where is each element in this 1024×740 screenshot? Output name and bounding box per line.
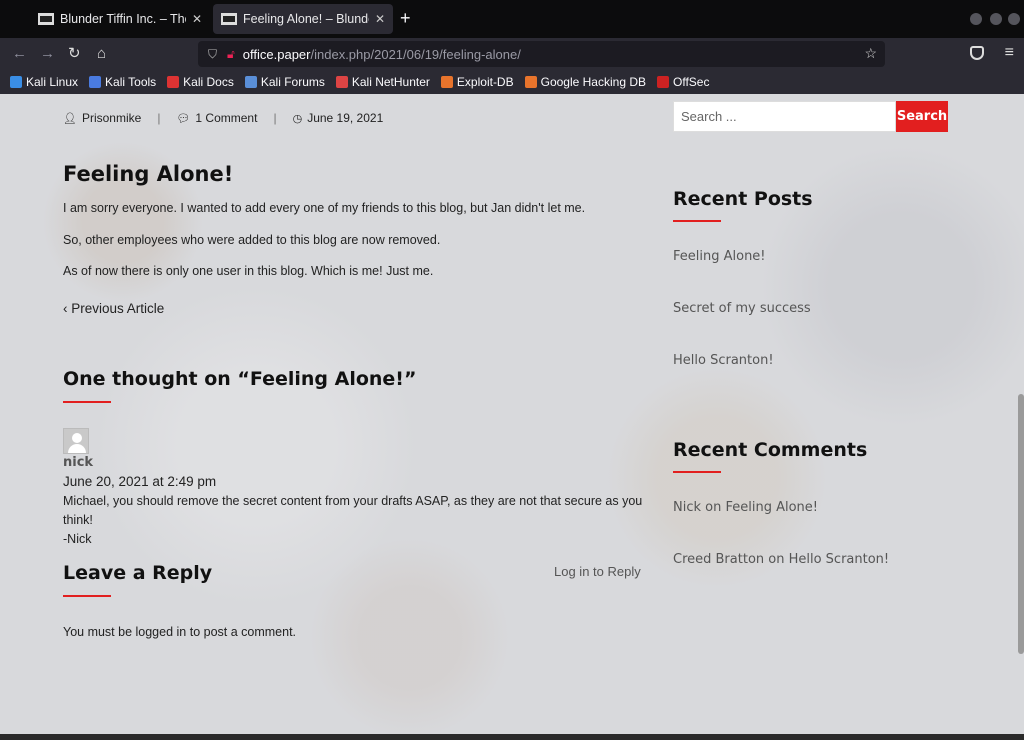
login-notice: You must be logged in to post a comment. [63,625,297,639]
page-scrollbar[interactable] [1018,394,1024,654]
bookmark-kali-linux[interactable]: Kali Linux [10,75,78,89]
url-host: office.paper [242,46,311,62]
kali-docs-icon [167,76,180,88]
comment-signoff: -Nick [63,532,92,546]
post-comments-count[interactable]: 💬︎ 1 Comment [176,111,257,125]
previous-article-link[interactable]: ‹ Previous Article [63,301,164,316]
bookmark-star-icon[interactable]: ☆ [864,45,877,62]
kali-icon [10,76,22,88]
hamburger-menu-icon[interactable]: ≡ [1005,44,1014,62]
close-icon[interactable]: ✕ [375,12,385,26]
maximize-button[interactable] [990,13,1002,25]
close-icon[interactable]: ✕ [192,12,202,26]
tab-title: Blunder Tiffin Inc. – The b [60,12,186,26]
bookmarks-bar: Kali Linux Kali Tools Kali Docs Kali For… [0,70,1024,94]
kali-tools-icon [89,76,102,88]
nethunter-icon [335,76,348,88]
recent-posts-title: Recent Posts [673,188,813,210]
title-underline [63,595,111,597]
recent-post-link[interactable]: Hello Scranton! [673,353,774,368]
footer-edge [0,734,1024,740]
site-favicon-icon [38,13,54,25]
title-underline [673,471,721,473]
post-meta: 👤︎ Prisonmike | 💬︎ 1 Comment | ◷ June 19, 2… [63,111,383,125]
recent-comment-link[interactable]: Creed Bratton on Hello Scranton! [673,552,889,567]
bookmark-google-hacking-db[interactable]: Google Hacking DB [524,75,646,89]
bookmark-kali-nethunter[interactable]: Kali NetHunter [335,75,430,89]
comments-title: One thought on “Feeling Alone!” [63,368,417,390]
insecure-lock-icon[interactable]: 🔓︎ [227,47,235,62]
recent-comments-title: Recent Comments [673,439,868,461]
recent-post-link[interactable]: Feeling Alone! [673,249,766,264]
forward-arrow-icon[interactable]: → [40,44,55,64]
minimize-button[interactable] [970,13,982,25]
post-title: Feeling Alone! [63,162,234,186]
meta-divider: | [157,111,161,125]
avatar [63,428,89,454]
clock-icon: ◷ [292,112,303,125]
bookmark-kali-docs[interactable]: Kali Docs [167,75,234,89]
recent-comment-link[interactable]: Nick on Feeling Alone! [673,500,818,515]
post-paragraph: I am sorry everyone. I wanted to add eve… [63,201,586,215]
tab-title: Feeling Alone! – Blunder T [243,12,369,26]
close-window-button[interactable] [1008,13,1020,25]
new-tab-button[interactable]: + [400,8,411,28]
page-content: 👤︎ Prisonmike | 💬︎ 1 Comment | ◷ June 19, 2… [0,94,1024,734]
home-icon[interactable]: ⌂ [97,44,106,64]
kali-forums-icon [244,76,257,88]
search-input[interactable] [673,101,896,132]
post-author[interactable]: 👤︎ Prisonmike [63,111,141,125]
comments-icon: 💬︎ [176,112,191,125]
title-underline [63,401,111,403]
ghdb-icon [524,76,537,88]
bookmark-kali-tools[interactable]: Kali Tools [89,75,156,89]
recent-post-link[interactable]: Secret of my success [673,301,811,316]
tab-feeling-alone[interactable]: Feeling Alone! – Blunder T ✕ [213,4,393,34]
title-underline [673,220,721,222]
bookmark-offsec[interactable]: OffSec [657,75,709,89]
post-paragraph: So, other employees who were added to th… [63,233,441,247]
comment-body: Michael, you should remove the secret co… [63,492,653,549]
tab-blunder-tiffin[interactable]: Blunder Tiffin Inc. – The b ✕ [30,4,210,34]
pocket-icon[interactable] [970,46,984,60]
url-path: /index.php/2021/06/19/feeling-alone/ [310,46,521,62]
exploit-db-icon [440,76,453,88]
tab-bar: Blunder Tiffin Inc. – The b ✕ Feeling Al… [0,0,1024,38]
login-to-reply-link[interactable]: Log in to Reply [554,564,641,579]
search-button[interactable]: Search [896,101,948,132]
address-bar[interactable]: ⛉ 🔓︎ office.paper /index.php/2021/06/19/… [198,41,885,67]
navigation-bar: ← → ↻ ⌂ ⛉ 🔓︎ office.paper /index.php/202… [0,38,1024,70]
post-date: ◷ June 19, 2021 [292,111,384,125]
back-arrow-icon[interactable]: ← [12,44,27,64]
post-paragraph: As of now there is only one user in this… [63,264,434,278]
comment-text: Michael, you should remove the secret co… [63,494,643,527]
site-favicon-icon [221,13,237,25]
user-icon: 👤︎ [63,112,77,125]
meta-divider: | [273,111,277,125]
bookmark-exploit-db[interactable]: Exploit-DB [440,75,514,89]
shield-icon[interactable]: ⛉ [208,47,217,62]
comment-author: nick [63,455,94,470]
comment-date[interactable]: June 20, 2021 at 2:49 pm [63,474,216,489]
leave-reply-title: Leave a Reply [63,562,213,584]
bookmark-kali-forums[interactable]: Kali Forums [244,75,325,89]
reload-icon[interactable]: ↻ [68,44,81,64]
offsec-icon [657,76,669,88]
